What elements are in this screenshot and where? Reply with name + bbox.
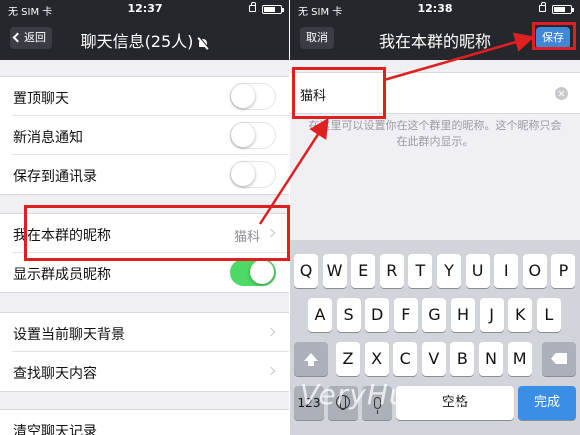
arrow-to-save	[383, 32, 535, 82]
arrow-to-field	[258, 117, 329, 225]
annotation-arrows	[258, 32, 535, 225]
